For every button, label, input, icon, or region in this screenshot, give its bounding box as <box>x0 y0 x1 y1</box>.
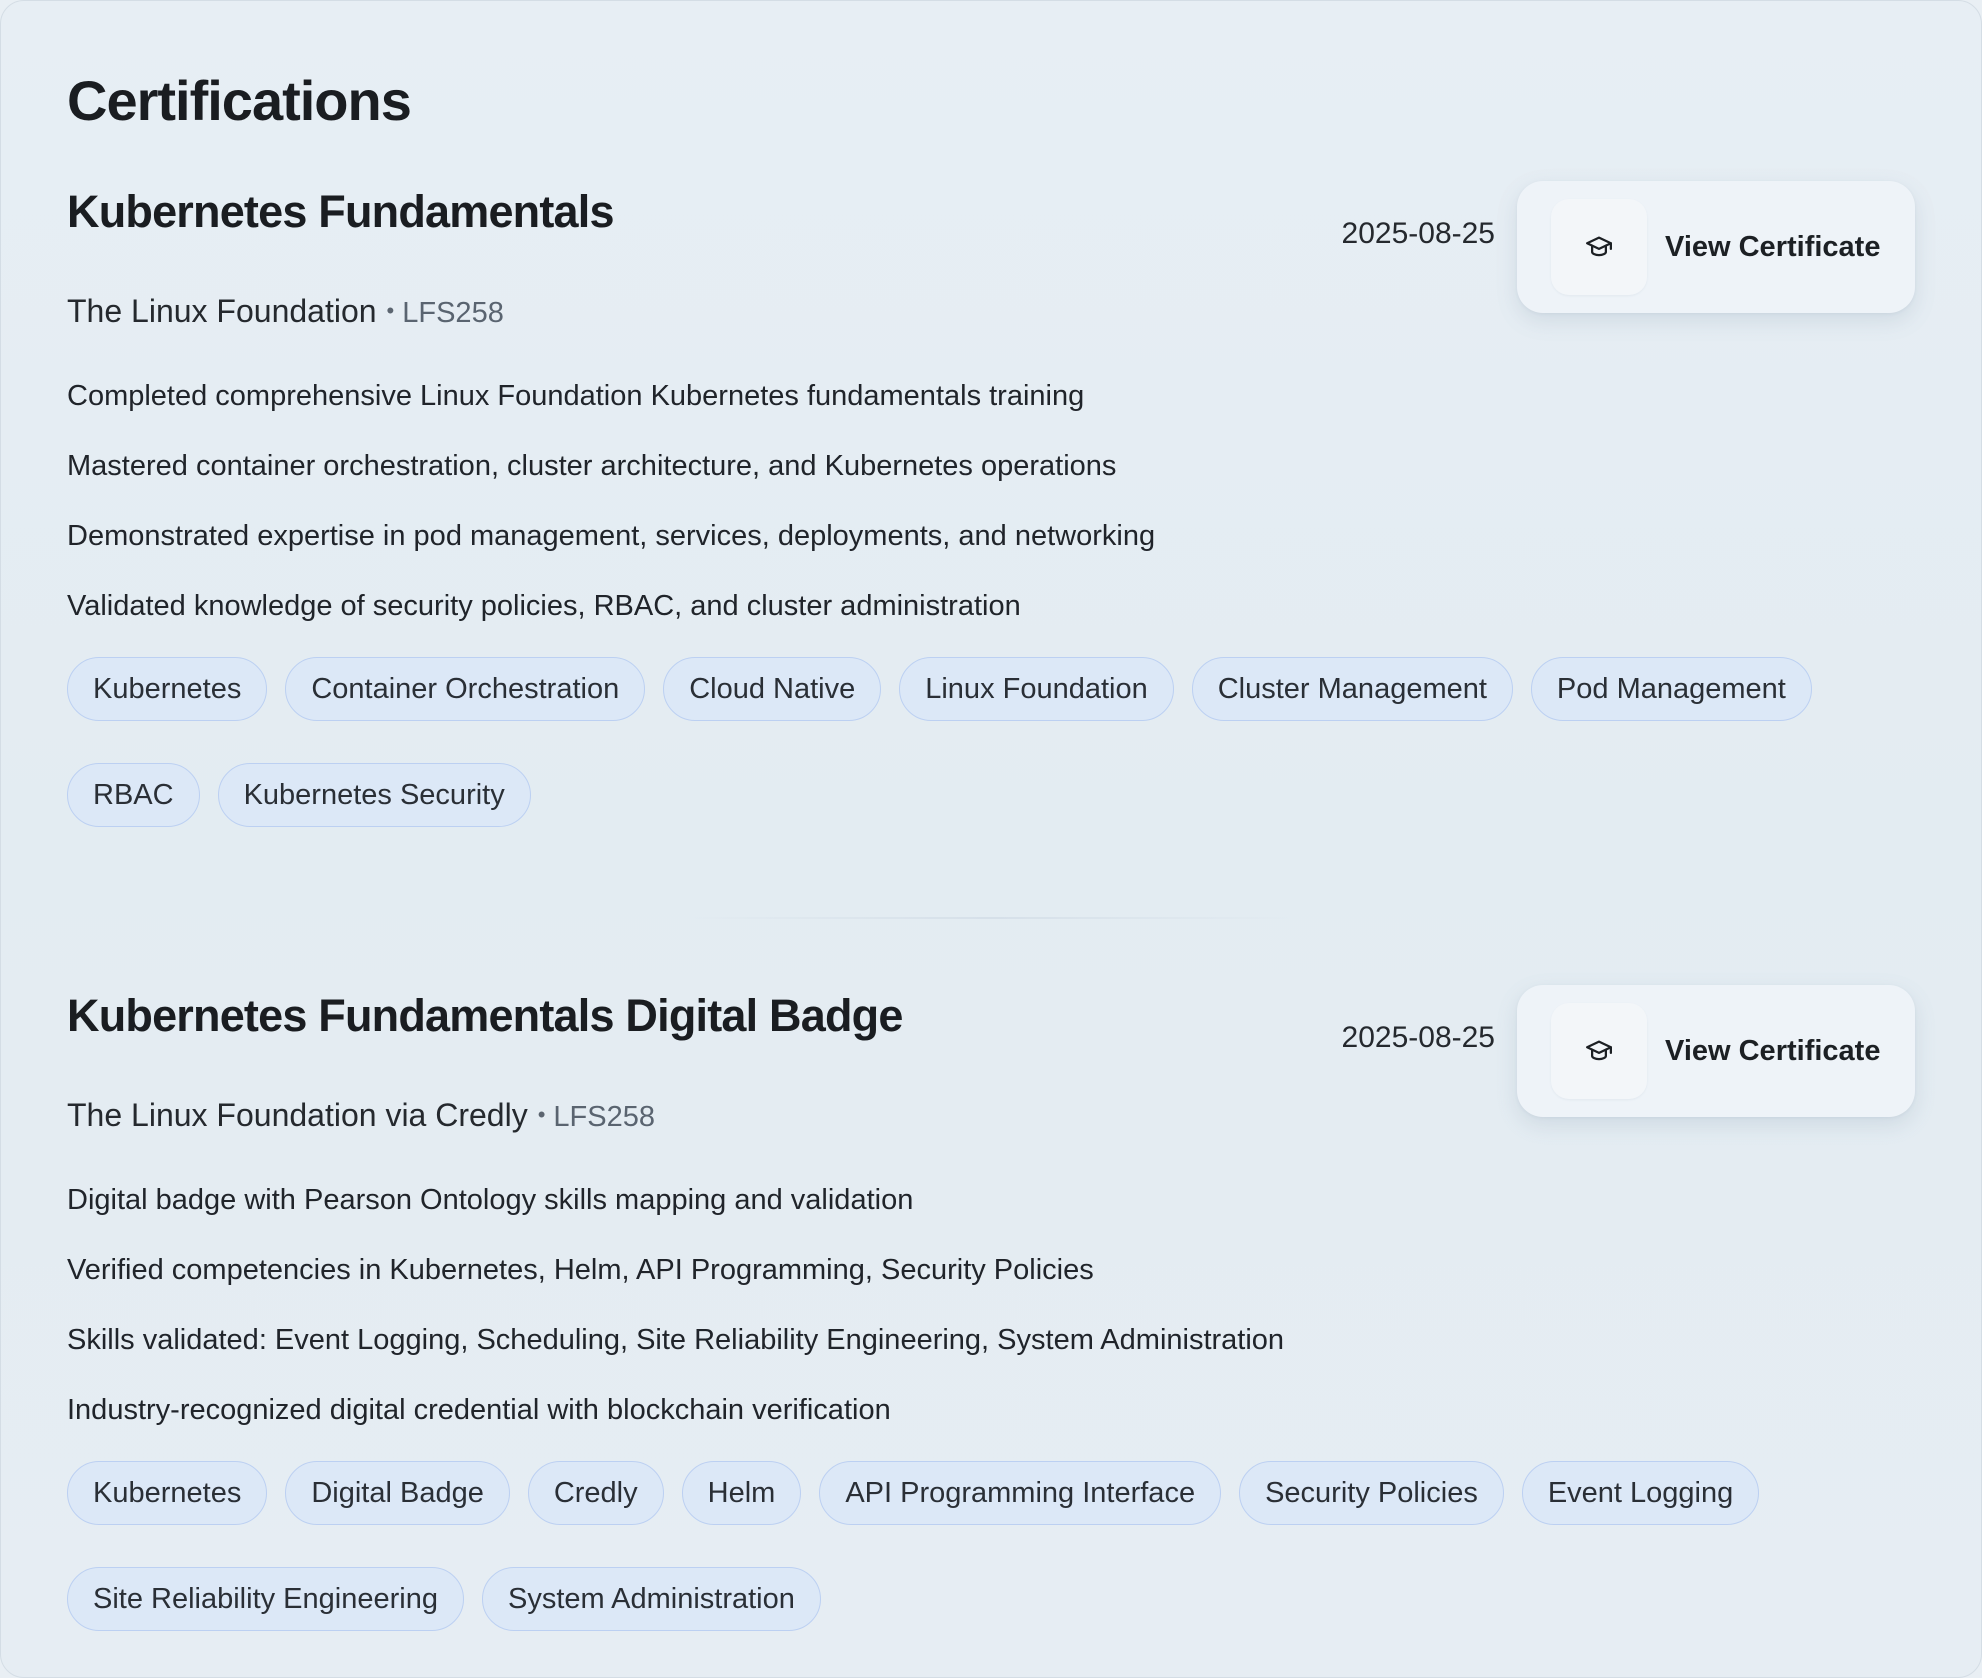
skill-tag: Kubernetes <box>67 657 268 721</box>
graduation-cap-icon <box>1551 1003 1647 1099</box>
view-certificate-button[interactable]: View Certificate <box>1517 181 1915 313</box>
graduation-cap-icon <box>1551 199 1647 295</box>
skill-tag: API Programming Interface <box>819 1461 1222 1525</box>
skill-tag: Kubernetes Security <box>217 763 531 827</box>
skill-tag: Credly <box>527 1461 664 1525</box>
detail-line: Demonstrated expertise in pod management… <box>67 520 1156 552</box>
certification-header: Kubernetes Fundamentals 2025-08-25 View … <box>67 181 1915 313</box>
detail-line: Verified competencies in Kubernetes, Hel… <box>67 1254 1094 1286</box>
skill-tag: Container Orchestration <box>285 657 646 721</box>
detail-line: Industry-recognized digital credential w… <box>67 1394 891 1426</box>
skill-tag: Event Logging <box>1521 1461 1760 1525</box>
skill-tag: Cluster Management <box>1191 657 1513 721</box>
skill-tags: Kubernetes Container Orchestration Cloud… <box>67 657 1917 827</box>
issuer-name: The Linux Foundation <box>67 293 377 329</box>
skill-tag: Linux Foundation <box>899 657 1174 721</box>
issuer-separator: • <box>386 297 395 323</box>
section-title: Certifications <box>67 69 412 132</box>
skill-tag: Site Reliability Engineering <box>67 1567 464 1631</box>
certification-title: Kubernetes Fundamentals <box>67 186 615 237</box>
skill-tag: Digital Badge <box>285 1461 510 1525</box>
skill-tag: Helm <box>681 1461 802 1525</box>
view-certificate-label: View Certificate <box>1665 1034 1881 1067</box>
certification-details: Digital badge with Pearson Ontology skil… <box>67 1165 1915 1445</box>
certification-item: Kubernetes Fundamentals Digital Badge 20… <box>67 985 1917 1631</box>
issuer-name: The Linux Foundation via Credly <box>67 1097 528 1133</box>
view-certificate-label: View Certificate <box>1665 230 1881 263</box>
skill-tag: Kubernetes <box>67 1461 268 1525</box>
skill-tags: Kubernetes Digital Badge Credly Helm API… <box>67 1461 1917 1631</box>
certification-item: Kubernetes Fundamentals 2025-08-25 View … <box>67 181 1917 827</box>
certification-code: LFS258 <box>402 297 504 329</box>
section-divider <box>681 917 1301 919</box>
certification-details: Completed comprehensive Linux Foundation… <box>67 361 1915 641</box>
certification-date: 2025-08-25 <box>1341 1021 1495 1054</box>
certification-title: Kubernetes Fundamentals Digital Badge <box>67 990 903 1041</box>
certification-date: 2025-08-25 <box>1341 217 1495 250</box>
detail-line: Mastered container orchestration, cluste… <box>67 450 1117 482</box>
skill-tag: Pod Management <box>1530 657 1812 721</box>
skill-tag: Security Policies <box>1239 1461 1504 1525</box>
certification-code: LFS258 <box>553 1101 655 1133</box>
issuer-separator: • <box>537 1101 546 1127</box>
certification-header: Kubernetes Fundamentals Digital Badge 20… <box>67 985 1915 1117</box>
view-certificate-button[interactable]: View Certificate <box>1517 985 1915 1117</box>
detail-line: Skills validated: Event Logging, Schedul… <box>67 1324 1285 1356</box>
detail-line: Completed comprehensive Linux Foundation… <box>67 380 1085 412</box>
detail-line: Validated knowledge of security policies… <box>67 590 1021 622</box>
skill-tag: RBAC <box>67 763 200 827</box>
certifications-card: Certifications Kubernetes Fundamentals 2… <box>0 0 1982 1678</box>
skill-tag: Cloud Native <box>663 657 882 721</box>
skill-tag: System Administration <box>481 1567 821 1631</box>
detail-line: Digital badge with Pearson Ontology skil… <box>67 1184 914 1216</box>
